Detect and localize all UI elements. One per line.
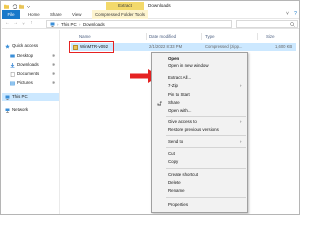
breadcrumb-downloads[interactable]: Downloads — [83, 21, 105, 28]
tab-share[interactable]: Share — [50, 10, 62, 19]
nav-item-this-pc[interactable]: This PC — [2, 93, 59, 101]
computer-icon — [5, 95, 10, 100]
star-icon — [5, 43, 10, 49]
menu-item-send-to[interactable]: Send to — [168, 139, 183, 145]
folder-icon[interactable] — [4, 4, 9, 9]
nav-item-pictures[interactable]: Pictures ✱ — [2, 79, 59, 87]
menu-item-create-shortcut[interactable]: Create shortcut — [168, 172, 198, 178]
title-bar: Extract Downloads — [2, 2, 299, 10]
network-icon — [5, 108, 10, 113]
help-icon[interactable]: ? — [292, 11, 299, 18]
breadcrumb-separator-icon: › — [57, 22, 59, 27]
back-arrow-icon[interactable]: ← — [4, 20, 11, 27]
menu-item-open-in-new-window[interactable]: Open in new window — [168, 63, 209, 69]
column-divider[interactable] — [146, 33, 147, 40]
file-type: Compressed (zipp... — [205, 44, 243, 49]
pictures-icon — [10, 81, 15, 86]
column-header-name[interactable]: Name — [79, 33, 91, 40]
folder-new-icon[interactable] — [19, 4, 24, 9]
nav-item-desktop[interactable]: Desktop ✱ — [2, 52, 59, 60]
menu-separator — [166, 168, 246, 169]
column-header-type[interactable]: Type — [205, 33, 215, 40]
file-size: 1,600 KB — [275, 44, 293, 49]
menu-separator — [166, 197, 246, 198]
menu-item-open-with[interactable]: Open with... — [168, 108, 191, 114]
chevron-down-icon[interactable]: ˅ — [284, 11, 291, 18]
nav-item-network[interactable]: Network — [2, 106, 59, 114]
menu-item-open[interactable]: Open — [168, 56, 179, 62]
tab-file[interactable]: File — [2, 10, 20, 19]
download-icon — [10, 62, 15, 68]
menu-item-pin-to-start[interactable]: Pin to Start — [168, 92, 190, 98]
menu-item-share[interactable]: Share — [168, 100, 180, 106]
menu-item-delete[interactable]: Delete — [168, 180, 181, 186]
chevron-down-icon[interactable] — [26, 4, 31, 9]
menu-separator — [166, 147, 246, 148]
column-header-date-modified[interactable]: Date modified — [149, 33, 176, 40]
search-icon — [290, 21, 295, 28]
ribbon-tabs: File Home Share View Compressed Folder T… — [2, 10, 299, 19]
breadcrumb-this-pc[interactable]: This PC — [61, 21, 77, 28]
nav-item-downloads[interactable]: Downloads ✱ — [2, 61, 59, 69]
column-header-size[interactable]: Size — [266, 33, 275, 40]
pin-icon[interactable]: ✱ — [52, 61, 55, 69]
submenu-arrow-icon: › — [240, 83, 242, 88]
menu-item-7zip[interactable]: 7-Zip — [168, 83, 178, 89]
window-title: Downloads — [148, 3, 171, 8]
search-input[interactable] — [236, 20, 298, 28]
share-icon — [157, 101, 162, 106]
extract-contextual-tab[interactable]: Extract — [106, 2, 144, 10]
column-divider[interactable] — [201, 33, 202, 40]
desktop-icon — [10, 54, 15, 59]
submenu-arrow-icon: › — [240, 139, 242, 144]
file-date: 2/1/2022 8:33 PM — [149, 44, 183, 49]
nav-item-documents[interactable]: Documents ✱ — [2, 70, 59, 78]
menu-item-give-access-to[interactable]: Give access to — [168, 119, 197, 125]
menu-item-rename[interactable]: Rename — [168, 188, 185, 194]
table-row[interactable]: WinMTR-v092 2/1/2022 8:33 PM Compressed … — [69, 41, 296, 53]
navigation-pane: Quick access Desktop ✱ Downloads ✱ Docum… — [2, 30, 60, 214]
tab-home[interactable]: Home — [28, 10, 40, 19]
address-bar[interactable]: › This PC › Downloads — [46, 20, 232, 28]
menu-separator — [166, 116, 246, 117]
pin-icon[interactable]: ✱ — [52, 79, 55, 87]
tab-view[interactable]: View — [72, 10, 81, 19]
up-arrow-icon[interactable]: ↑ — [28, 20, 35, 27]
menu-item-copy[interactable]: Copy — [168, 159, 178, 165]
address-bar-row: ← → ˅ ↑ › This PC › Downloads — [2, 19, 299, 29]
breadcrumb-separator-icon: › — [79, 22, 81, 27]
menu-item-extract-all[interactable]: Extract All... — [168, 75, 191, 81]
highlight-box — [69, 41, 114, 53]
forward-arrow-icon[interactable]: → — [12, 20, 19, 27]
menu-item-cut[interactable]: Cut — [168, 151, 175, 157]
column-divider[interactable] — [257, 33, 258, 40]
menu-item-properties[interactable]: Properties — [168, 202, 188, 208]
recent-chevron-icon[interactable]: ˅ — [20, 20, 27, 27]
tab-compressed-folder-tools[interactable]: Compressed Folder Tools — [92, 10, 148, 19]
pin-icon[interactable]: ✱ — [52, 52, 55, 60]
computer-icon — [50, 22, 55, 29]
menu-item-restore-previous-versions[interactable]: Restore previous versions — [168, 127, 219, 133]
menu-separator — [166, 135, 246, 136]
file-explorer-window: Extract Downloads File Home Share View C… — [0, 0, 300, 215]
submenu-arrow-icon: › — [240, 119, 242, 124]
context-menu: Open Open in new window Extract All... 7… — [151, 52, 248, 213]
pin-icon[interactable]: ✱ — [52, 70, 55, 78]
undo-icon[interactable] — [12, 3, 18, 9]
nav-item-quick-access[interactable]: Quick access — [2, 42, 59, 50]
documents-icon — [10, 71, 15, 77]
